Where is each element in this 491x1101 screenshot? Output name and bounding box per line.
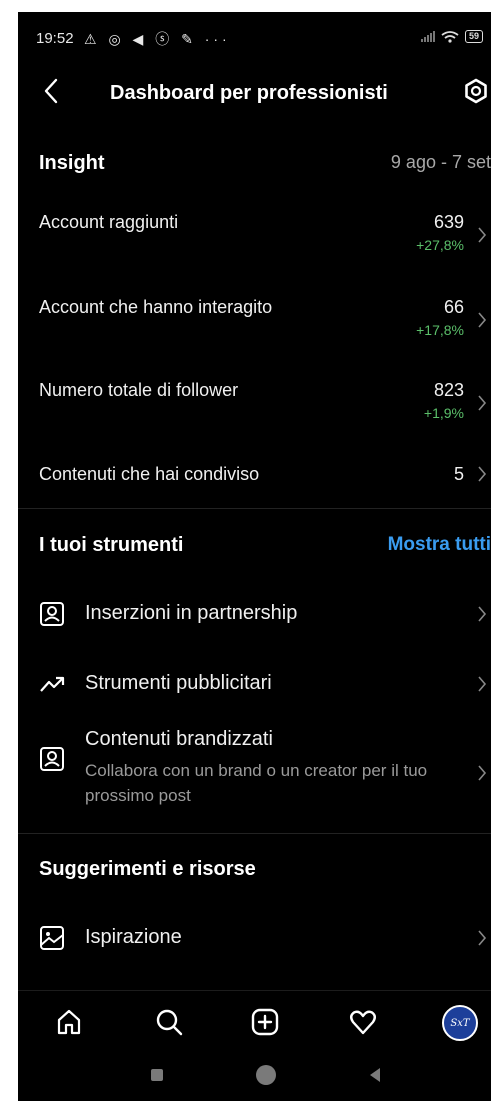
heart-icon[interactable] xyxy=(348,1007,378,1037)
tool-label: Strumenti pubblicitari xyxy=(85,672,272,694)
chevron-right-icon xyxy=(478,930,487,946)
chevron-right-icon xyxy=(478,466,487,482)
chevron-right-icon xyxy=(478,606,487,622)
metric-delta: +1,9% xyxy=(423,405,464,421)
date-range[interactable]: 9 ago - 7 set xyxy=(391,152,491,173)
home-button[interactable] xyxy=(256,1065,276,1085)
insight-heading: Insight xyxy=(39,152,105,174)
header: Dashboard per professionisti xyxy=(18,72,491,116)
metric-value: 639 xyxy=(433,212,464,232)
system-nav-bar xyxy=(18,1052,491,1101)
resource-item-inspiration[interactable]: Ispirazione xyxy=(18,922,491,972)
tool-label: Inserzioni in partnership xyxy=(85,602,298,624)
metric-row-engaged[interactable]: Account che hanno interagito 66 +17,8% xyxy=(18,297,491,357)
metric-row-reached[interactable]: Account raggiunti 639 +27,8% xyxy=(18,212,491,272)
section-divider xyxy=(18,833,491,834)
metric-value: 5 xyxy=(453,464,464,484)
create-icon[interactable] xyxy=(250,1007,280,1037)
signal-icon xyxy=(420,31,435,42)
person-badge-icon xyxy=(40,602,64,626)
tool-subtitle: Collabora con un brand o un creator per … xyxy=(85,761,428,805)
metric-label: Contenuti che hai condiviso xyxy=(39,464,260,484)
resources-heading: Suggerimenti e risorse xyxy=(39,858,256,880)
wifi-icon xyxy=(441,30,459,43)
gear-icon[interactable] xyxy=(463,78,489,104)
bottom-nav: SxT xyxy=(18,990,491,1052)
tool-label: Ispirazione xyxy=(85,926,182,948)
status-bar: 19:52 ⚠ ◎ ◀ ⓢ ✎ ··· 59 xyxy=(18,12,491,60)
chevron-right-icon xyxy=(478,395,487,411)
metric-label: Numero totale di follower xyxy=(39,380,239,400)
metric-label: Account che hanno interagito xyxy=(39,297,273,317)
metric-row-followers[interactable]: Numero totale di follower 823 +1,9% xyxy=(18,380,491,440)
person-badge-icon xyxy=(40,747,64,771)
profile-avatar[interactable]: SxT xyxy=(442,1005,478,1041)
tool-item-partnership-ads[interactable]: Inserzioni in partnership xyxy=(18,598,491,648)
metric-row-shared-content[interactable]: Contenuti che hai condiviso 5 xyxy=(18,464,491,524)
metric-label: Account raggiunti xyxy=(39,212,179,232)
tool-label: Contenuti brandizzati xyxy=(85,728,273,750)
tool-item-branded-content[interactable]: Contenuti brandizzati Collabora con un b… xyxy=(18,728,491,824)
metric-delta: +17,8% xyxy=(416,322,464,338)
metric-value: 66 xyxy=(443,297,464,317)
home-icon[interactable] xyxy=(54,1007,84,1037)
notification-icons: ⚠ ◎ ◀ ⓢ ✎ ··· xyxy=(84,31,231,47)
chevron-right-icon xyxy=(478,227,487,243)
tools-heading: I tuoi strumenti xyxy=(39,534,184,556)
page-title: Dashboard per professionisti xyxy=(110,82,388,104)
chevron-right-icon xyxy=(478,765,487,781)
metric-value: 823 xyxy=(433,380,464,400)
chevron-right-icon xyxy=(478,676,487,692)
recents-button[interactable] xyxy=(151,1069,163,1081)
image-icon xyxy=(40,926,64,950)
status-right-icons: 59 xyxy=(420,30,483,43)
chevron-left-icon[interactable] xyxy=(40,76,64,106)
phone-screen: 19:52 ⚠ ◎ ◀ ⓢ ✎ ··· 59 Dashboard per pro… xyxy=(18,12,491,1101)
trending-up-icon xyxy=(40,676,65,692)
section-divider xyxy=(18,508,491,509)
back-button[interactable] xyxy=(370,1068,380,1082)
show-all-link[interactable]: Mostra tutti xyxy=(388,534,491,556)
chevron-right-icon xyxy=(478,312,487,328)
tool-item-ad-tools[interactable]: Strumenti pubblicitari xyxy=(18,668,491,718)
search-icon[interactable] xyxy=(154,1007,184,1037)
status-time: 19:52 xyxy=(36,30,74,47)
metric-delta: +27,8% xyxy=(416,237,464,253)
battery-icon: 59 xyxy=(464,30,483,43)
